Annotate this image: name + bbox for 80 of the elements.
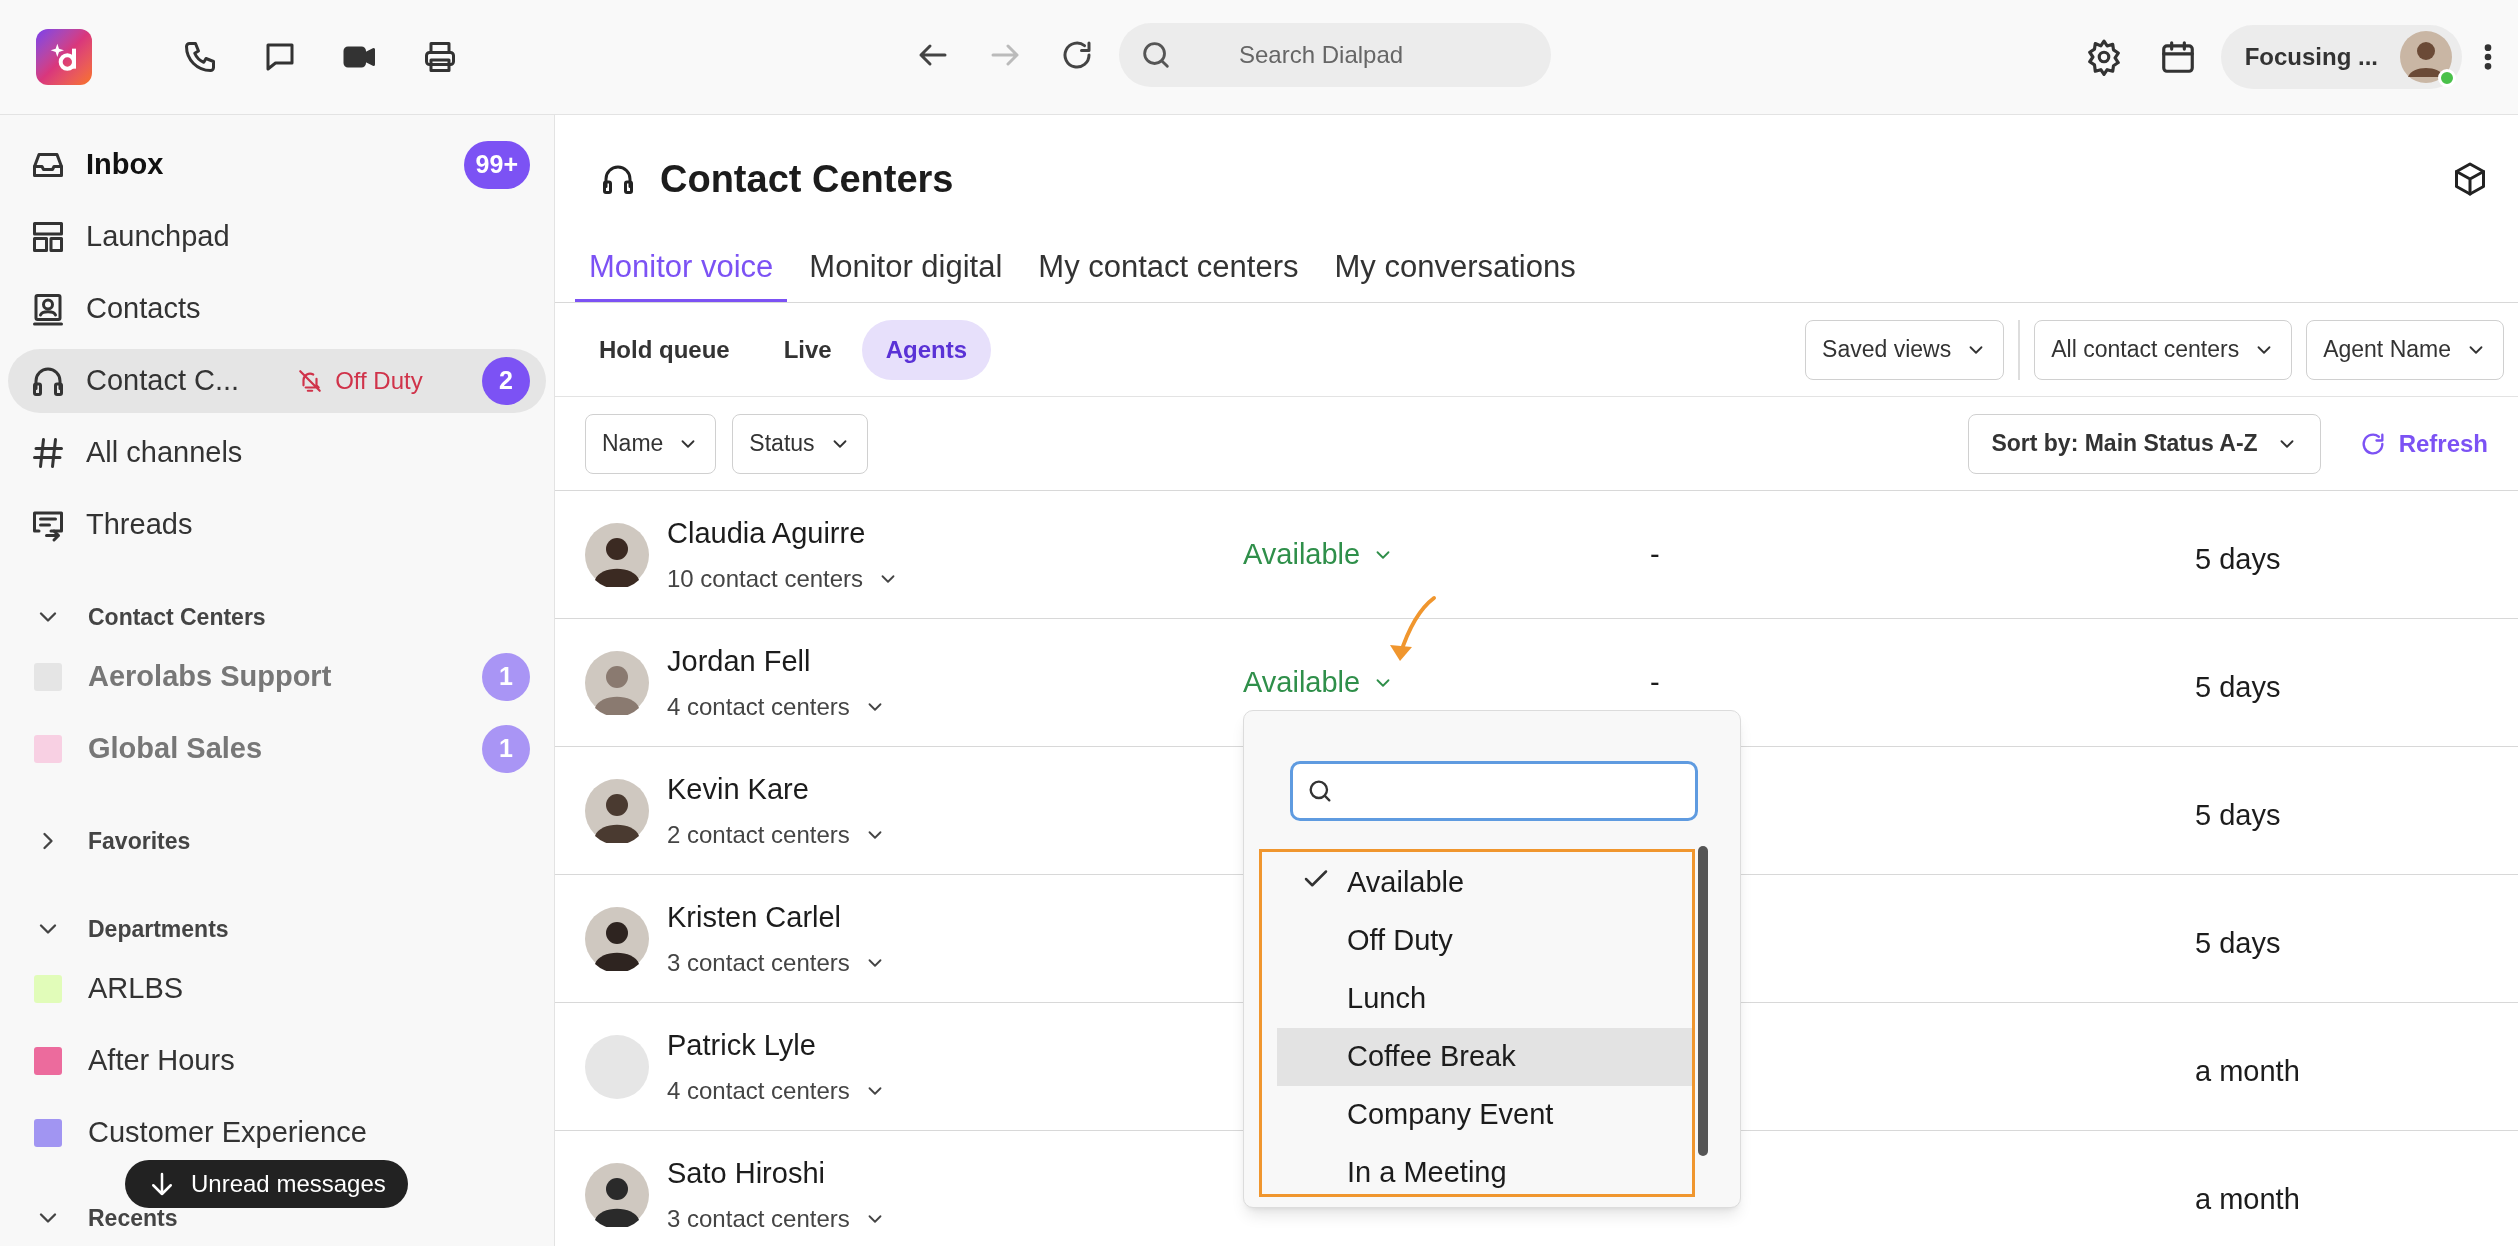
table-cell-text: 5 days <box>2195 669 2281 705</box>
phone-icon[interactable] <box>182 39 218 75</box>
sort-dropdown[interactable]: Sort by: Main Status A-Z <box>1968 413 2321 474</box>
avatar-icon <box>585 1162 649 1227</box>
avatar-icon <box>585 650 649 715</box>
hash-icon <box>30 435 66 471</box>
filter-dropdown[interactable]: Name <box>585 413 717 474</box>
table-cell-text: 5 days <box>2195 797 2281 833</box>
contact-centers-dropdown[interactable]: 10 contact centers <box>667 561 900 598</box>
filter-dropdown[interactable]: Agent Name <box>2306 319 2504 380</box>
availability-dropdown[interactable]: Available <box>1243 660 1395 705</box>
agent-name: Patrick Lyle <box>667 1027 817 1063</box>
agent-name: Jordan Fell <box>667 643 812 679</box>
sidebar-item[interactable]: Contact C... Off Duty 2 <box>8 349 546 413</box>
count-badge: 2 <box>482 357 530 405</box>
table-cell-text: a month <box>2195 1181 2300 1217</box>
cube-icon[interactable] <box>2452 161 2488 197</box>
contact-centers-dropdown[interactable]: 4 contact centers <box>667 689 886 726</box>
status-button[interactable]: Focusing ... <box>2220 25 2462 89</box>
sidebar-item[interactable]: All channels <box>8 421 546 485</box>
table-cell: - <box>1650 537 1660 570</box>
section-header[interactable]: Contact Centers <box>8 589 546 645</box>
agent-name: Sato Hiroshi <box>667 1155 826 1191</box>
filter-dropdown[interactable]: Saved views <box>1805 319 2005 380</box>
sidebar-item[interactable]: Threads <box>8 493 546 557</box>
section-header[interactable]: Favorites <box>8 813 546 869</box>
contact-card-icon <box>30 291 66 327</box>
table-cell-text: 5 days <box>2195 541 2281 577</box>
tab[interactable]: My conversations <box>1320 236 1590 302</box>
menu-option[interactable]: Coffee Break <box>1277 1028 1692 1086</box>
contact-centers-dropdown[interactable]: 4 contact centers <box>667 1073 886 1110</box>
count-badge: 1 <box>482 725 530 773</box>
subtab[interactable]: Live <box>759 319 856 380</box>
table-cell: - <box>1650 665 1660 698</box>
scrollbar[interactable] <box>1698 846 1708 1156</box>
avatar-icon <box>585 778 649 843</box>
table-cell-text: a month <box>2195 1053 2300 1089</box>
muted-bell-icon <box>297 368 324 394</box>
channel-item[interactable]: Global Sales 1 <box>8 717 546 781</box>
printer-icon[interactable] <box>422 39 458 75</box>
unread-messages-toast[interactable]: Unread messages <box>125 1160 408 1208</box>
menu-option[interactable]: Company Event <box>1277 1086 1692 1144</box>
agent-name: Kevin Kare <box>667 771 810 807</box>
filter-dropdown[interactable]: Status <box>732 413 868 474</box>
tab[interactable]: Monitor voice <box>575 236 788 302</box>
sidebar-item[interactable]: Inbox 99+ <box>8 133 546 197</box>
subtab[interactable]: Agents <box>861 319 992 380</box>
subtab[interactable]: Hold queue <box>575 319 754 380</box>
channel-item[interactable]: After Hours <box>8 1029 546 1093</box>
menu-option[interactable]: Available <box>1277 854 1692 912</box>
channel-item[interactable]: ARLBS <box>8 957 546 1021</box>
status-label: Off Duty <box>335 366 423 396</box>
sidebar-item[interactable]: Contacts <box>8 277 546 341</box>
refresh-button[interactable]: Refresh <box>2358 425 2488 462</box>
app-logo[interactable] <box>36 29 92 85</box>
count-badge: 99+ <box>463 141 530 189</box>
tab[interactable]: My contact centers <box>1024 236 1313 302</box>
sidebar-item[interactable]: Launchpad <box>8 205 546 269</box>
contact-centers-dropdown[interactable]: 3 contact centers <box>667 1201 886 1238</box>
channel-item[interactable]: Aerolabs Support 1 <box>8 645 546 709</box>
count-badge: 1 <box>482 653 530 701</box>
layout-icon <box>30 219 66 255</box>
menu-option[interactable]: Lunch <box>1277 970 1692 1028</box>
avatar-icon <box>2400 31 2452 83</box>
page-title: Contact Centers <box>660 156 954 202</box>
search-field[interactable]: Search Dialpad <box>1119 23 1551 87</box>
filter-dropdown[interactable]: All contact centers <box>2034 319 2293 380</box>
avatar-icon <box>585 522 649 587</box>
availability-dropdown[interactable]: Available <box>1243 532 1395 577</box>
menu-option[interactable]: In a Meeting <box>1277 1144 1692 1194</box>
contact-centers-dropdown[interactable]: 3 contact centers <box>667 945 886 982</box>
menu-option[interactable]: Off Duty <box>1277 912 1692 970</box>
tab[interactable]: Monitor digital <box>795 236 1017 302</box>
contact-centers-dropdown[interactable]: 2 contact centers <box>667 817 886 854</box>
section-header[interactable]: Departments <box>8 901 546 957</box>
table-cell-text: 5 days <box>2195 925 2281 961</box>
agent-name: Kristen Carlel <box>667 899 843 935</box>
agent-name: Claudia Aguirre <box>667 515 867 551</box>
avatar-icon <box>585 906 649 971</box>
menu-search-field[interactable] <box>1290 761 1698 821</box>
